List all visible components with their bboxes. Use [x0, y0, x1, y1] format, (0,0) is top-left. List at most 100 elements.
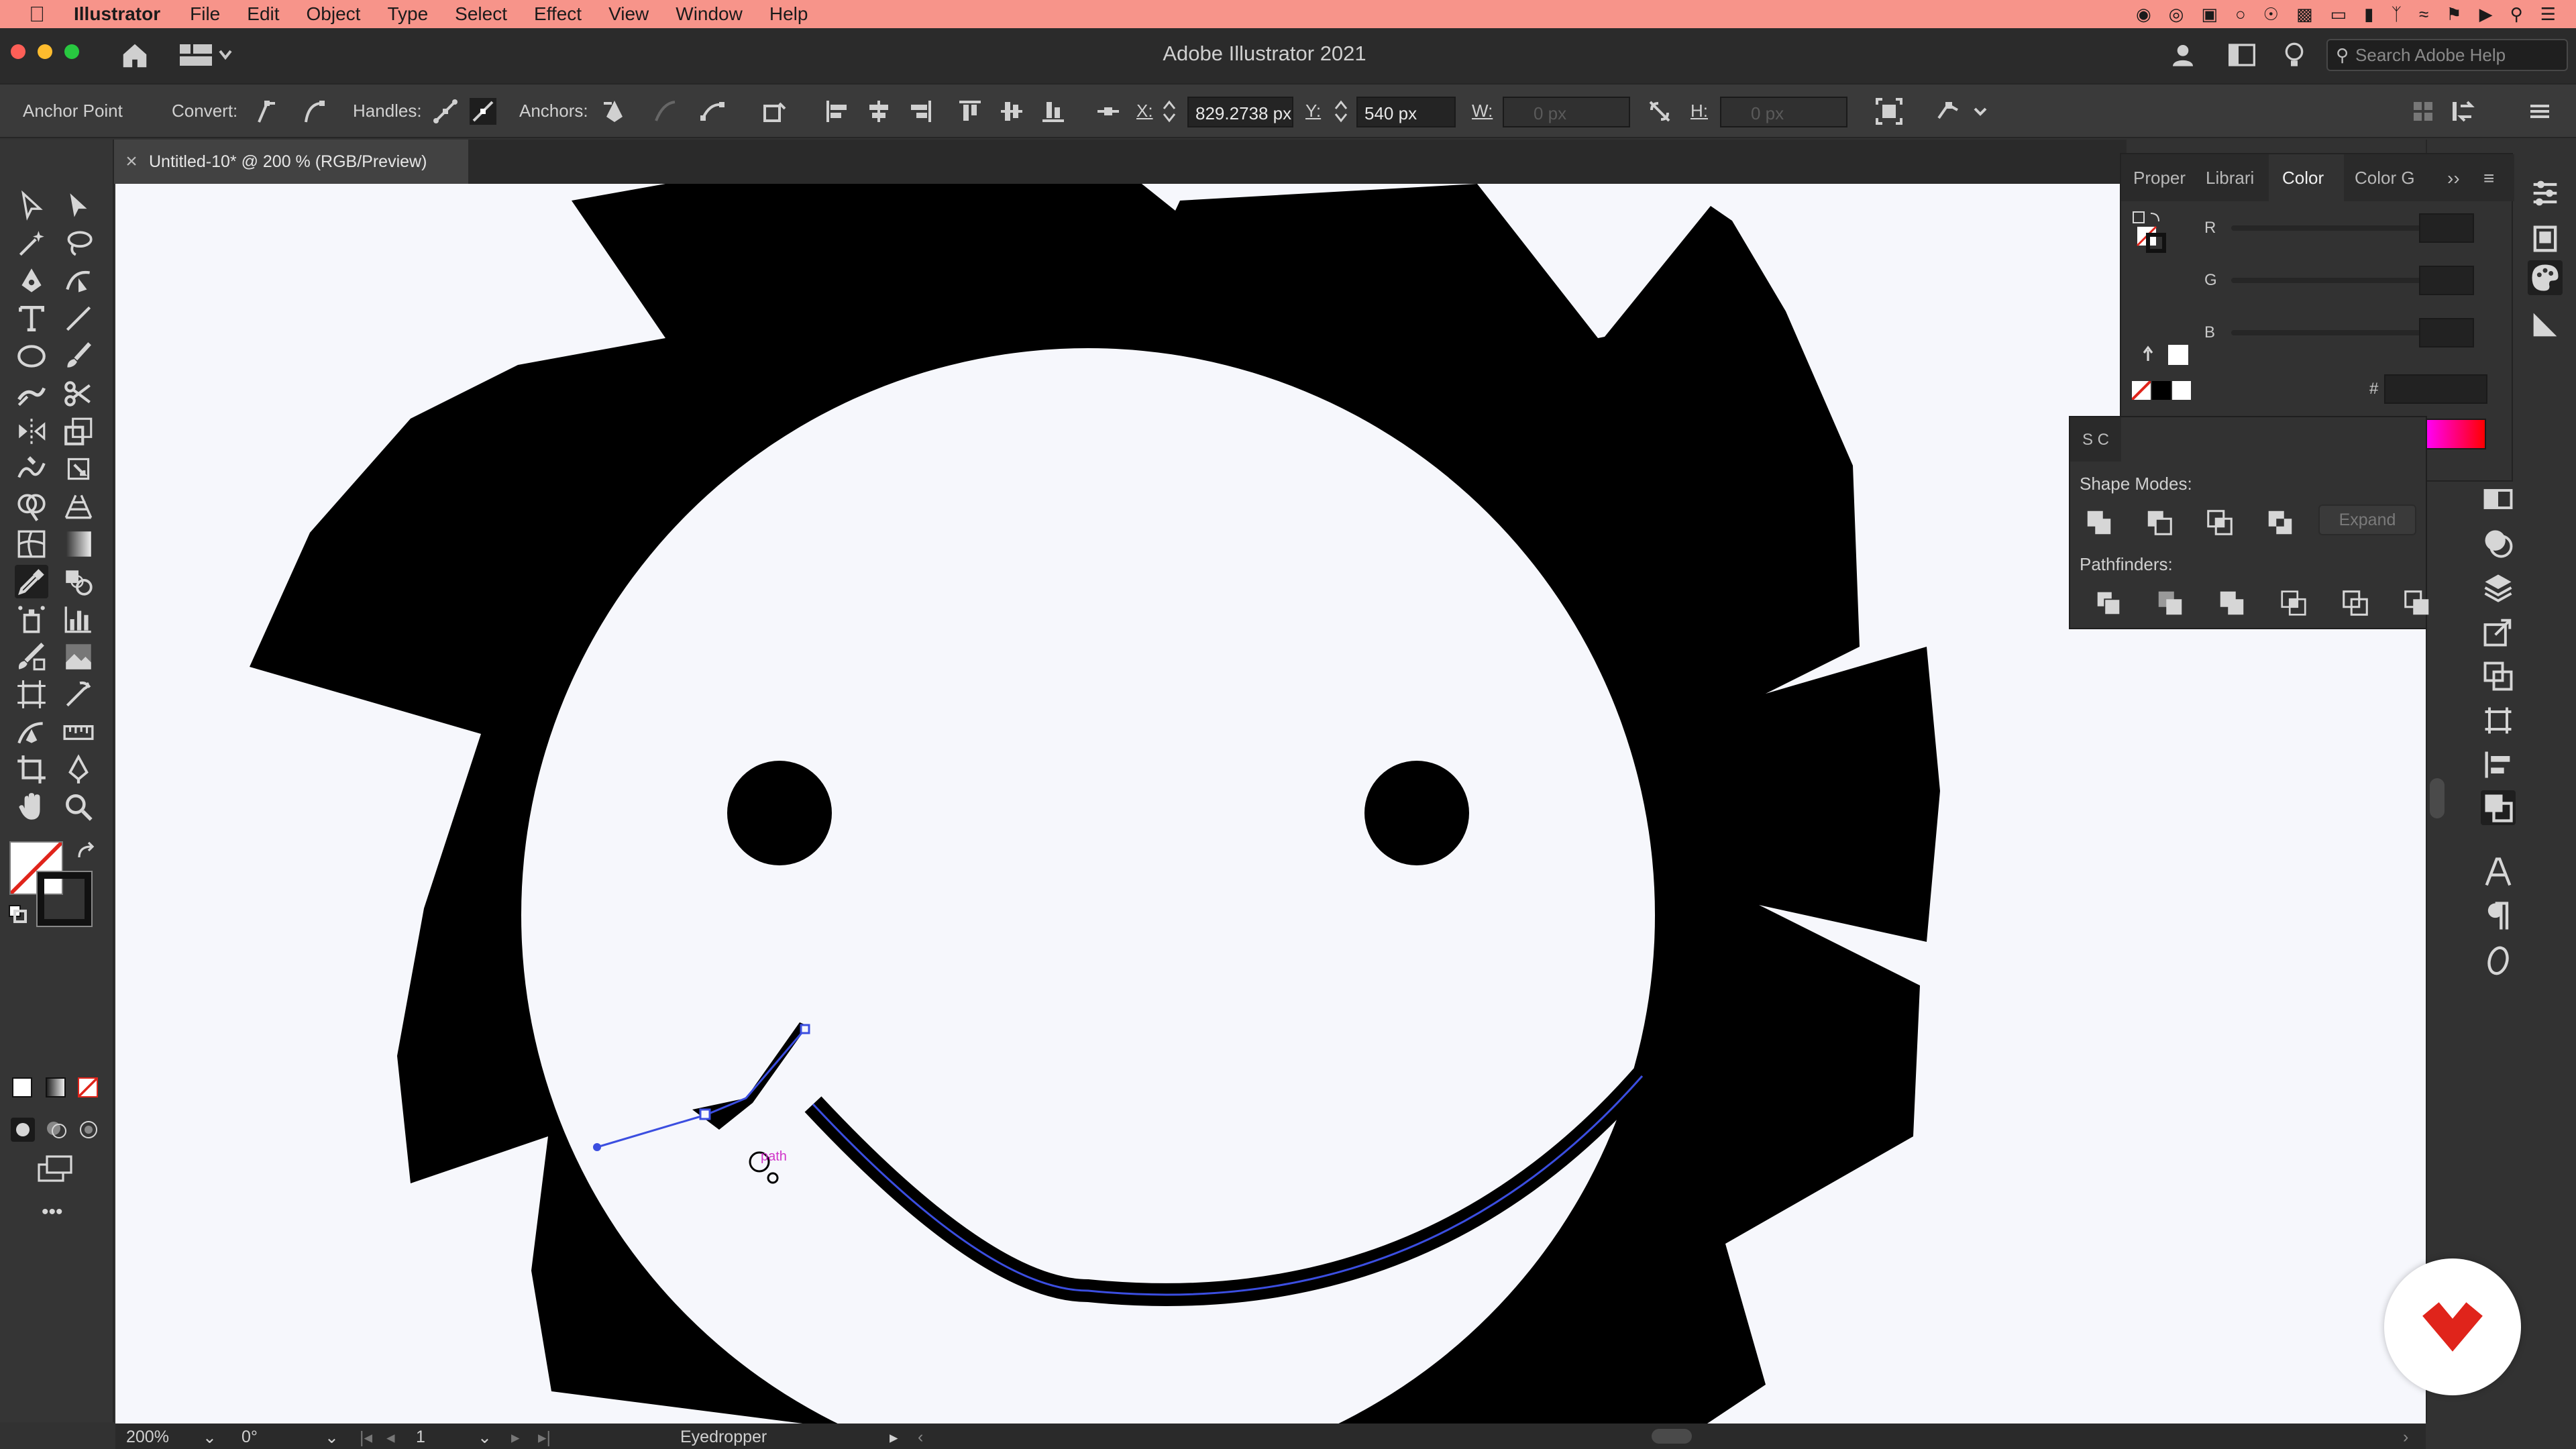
- stroke-swatch[interactable]: [36, 871, 93, 927]
- menu-file[interactable]: File: [190, 3, 220, 25]
- opentype-panel-icon[interactable]: [2481, 943, 2516, 978]
- play-icon[interactable]: ▶: [2479, 4, 2493, 25]
- cut-path-icon[interactable]: [699, 98, 726, 125]
- gradient-mode-icon[interactable]: [46, 1077, 66, 1097]
- r-value-input[interactable]: [2419, 213, 2474, 243]
- out-of-gamut-icon[interactable]: [2140, 345, 2157, 362]
- artboard-brush-tool-icon[interactable]: [15, 640, 48, 674]
- align-left-icon[interactable]: [824, 98, 851, 125]
- transform-panel-icon[interactable]: [2481, 659, 2516, 694]
- intersect-button[interactable]: [2204, 507, 2235, 538]
- g-slider[interactable]: [2231, 278, 2430, 283]
- puppet-warp-dropdown-icon[interactable]: [1972, 98, 1988, 125]
- artwork[interactable]: path: [115, 184, 2426, 1425]
- bluetooth-icon[interactable]: ᛉ: [2391, 4, 2402, 25]
- status-menu-arrow-icon[interactable]: ▸: [890, 1428, 898, 1448]
- appearance-panel-icon[interactable]: [2481, 526, 2516, 561]
- character-panel-icon[interactable]: [2481, 855, 2516, 890]
- menu-view[interactable]: View: [608, 3, 649, 25]
- tab-properties[interactable]: Proper: [2133, 168, 2192, 189]
- share-icon[interactable]: ○: [2235, 4, 2246, 25]
- draw-inside-icon[interactable]: [76, 1118, 101, 1142]
- right-eye[interactable]: [1364, 761, 1469, 865]
- anchor-point-marker-top[interactable]: [800, 1024, 810, 1034]
- wifi-icon[interactable]: ≈: [2419, 4, 2428, 25]
- connect-anchors-icon[interactable]: [652, 98, 679, 125]
- close-document-icon[interactable]: ×: [114, 150, 149, 173]
- h-input[interactable]: 0 px: [1720, 97, 1847, 127]
- menu-type[interactable]: Type: [387, 3, 428, 25]
- r-slider[interactable]: [2231, 225, 2430, 231]
- search-help-input[interactable]: ⚲ Search Adobe Help: [2326, 39, 2568, 71]
- pathfinder-panel-icon[interactable]: [2481, 790, 2516, 825]
- collapsed-panel-tabs[interactable]: S C: [2070, 417, 2121, 462]
- x-stepper-icon[interactable]: [1162, 98, 1177, 125]
- pen-tool-alt-icon[interactable]: [62, 753, 95, 786]
- web-safe-swatch[interactable]: [2168, 345, 2188, 365]
- minus-back-button[interactable]: [2402, 588, 2432, 619]
- crop-image-icon[interactable]: [15, 753, 48, 786]
- vertical-scrollbar-thumb[interactable]: [2430, 778, 2445, 818]
- puppet-warp-icon[interactable]: [1935, 98, 1962, 125]
- w-input[interactable]: 0 px: [1503, 97, 1630, 127]
- apple-icon[interactable]: : [0, 2, 74, 27]
- creative-cloud-icon[interactable]: ◉: [2136, 4, 2151, 25]
- y-input[interactable]: 540 px: [1356, 97, 1456, 127]
- libraries-panel-icon[interactable]: [2528, 221, 2563, 256]
- g-value-input[interactable]: [2419, 266, 2474, 295]
- blend-tool-icon[interactable]: [62, 565, 95, 598]
- battery-icon[interactable]: ▮: [2364, 4, 2373, 25]
- align-middle-icon[interactable]: [998, 98, 1025, 125]
- first-artboard-icon[interactable]: |◂: [360, 1428, 372, 1448]
- tab-color-guide[interactable]: Color G: [2355, 168, 2418, 189]
- unite-button[interactable]: [2084, 507, 2114, 538]
- minus-front-button[interactable]: [2144, 507, 2175, 538]
- export-panel-icon[interactable]: [2481, 614, 2516, 649]
- align-panel-icon[interactable]: [2481, 747, 2516, 782]
- eyedropper-tool-icon[interactable]: [15, 565, 48, 598]
- layers-panel-icon[interactable]: [2481, 570, 2516, 605]
- panel-arrange-icon[interactable]: [2410, 98, 2436, 125]
- transform-icon[interactable]: [761, 98, 788, 125]
- gradient-panel-icon[interactable]: [2481, 482, 2516, 517]
- tab-color[interactable]: Color: [2282, 168, 2324, 189]
- artboards-panel-icon[interactable]: [2481, 703, 2516, 738]
- constrain-proportions-icon[interactable]: [1646, 98, 1673, 125]
- draw-normal-icon[interactable]: [11, 1118, 35, 1142]
- user-icon[interactable]: [2169, 42, 2196, 68]
- outline-button[interactable]: [2340, 588, 2371, 619]
- remove-anchor-icon[interactable]: [601, 98, 628, 125]
- last-artboard-icon[interactable]: ▸|: [538, 1428, 551, 1448]
- paintbrush-tool-icon[interactable]: [62, 339, 95, 373]
- direction-handle-point[interactable]: [593, 1143, 601, 1151]
- scale-tool-icon[interactable]: [62, 415, 95, 448]
- mesh-tool-icon[interactable]: [15, 527, 48, 561]
- scroll-right-icon[interactable]: ›: [2403, 1428, 2408, 1447]
- symbol-sprayer-tool-icon[interactable]: [15, 602, 48, 636]
- panel-menu-icon[interactable]: ≡: [2483, 168, 2494, 189]
- menu-help[interactable]: Help: [769, 3, 808, 25]
- pen-tool-icon[interactable]: [15, 264, 48, 298]
- black-swatch[interactable]: [2152, 381, 2171, 400]
- artboard-canvas[interactable]: path: [115, 184, 2426, 1425]
- selection-tool-icon[interactable]: [15, 189, 48, 223]
- s-app-icon[interactable]: ▩: [2296, 4, 2313, 25]
- zoom-dropdown-icon[interactable]: ⌄: [203, 1428, 217, 1448]
- control-bar-menu-icon[interactable]: [2526, 98, 2553, 125]
- image-trace-icon[interactable]: [62, 640, 95, 674]
- show-handles-icon[interactable]: [432, 98, 459, 125]
- isolate-object-icon[interactable]: [1876, 98, 1902, 125]
- sync-icon[interactable]: ◎: [2169, 4, 2184, 25]
- y-stepper-icon[interactable]: [1334, 98, 1348, 125]
- none-swatch[interactable]: [2131, 380, 2152, 401]
- rotation-value[interactable]: 0°: [241, 1428, 258, 1447]
- paragraph-panel-icon[interactable]: [2481, 899, 2516, 934]
- document-tab[interactable]: × Untitled-10* @ 200 % (RGB/Preview): [114, 140, 468, 184]
- shaper-tool-icon[interactable]: [15, 377, 48, 411]
- lightbulb-icon[interactable]: [2282, 42, 2306, 68]
- zoom-level[interactable]: 200%: [126, 1428, 169, 1447]
- prev-artboard-icon[interactable]: ◂: [386, 1428, 395, 1448]
- menu-object[interactable]: Object: [307, 3, 361, 25]
- artboard-number[interactable]: 1: [416, 1428, 425, 1447]
- screen-mode-icon[interactable]: [36, 1154, 74, 1183]
